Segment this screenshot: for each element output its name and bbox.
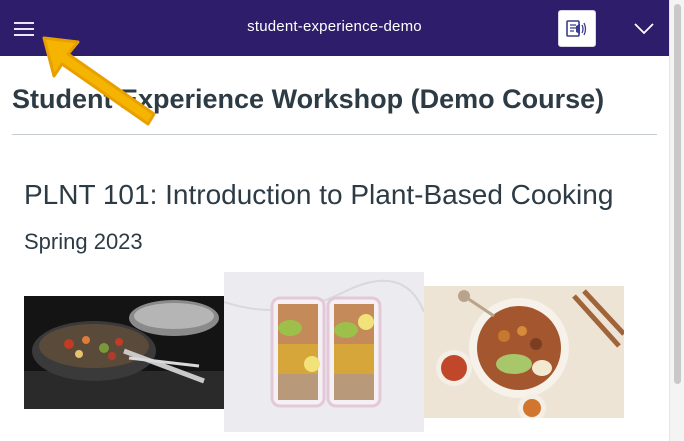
chevron-down-icon[interactable] [632, 18, 656, 38]
top-navigation-bar: student-experience-demo [0, 0, 669, 56]
plant-based-bowl-photo [424, 286, 624, 418]
page-title: Student Experience Workshop (Demo Course… [12, 84, 605, 114]
wok-stir-fry-photo [24, 296, 224, 409]
course-name-heading: PLNT 101: Introduction to Plant-Based Co… [24, 179, 614, 210]
course-term: Spring 2023 [24, 229, 143, 254]
scrollbar-thumb[interactable] [674, 4, 681, 384]
meal-prep-containers-photo [224, 272, 424, 432]
vertical-scrollbar[interactable] [669, 0, 684, 441]
heading-divider [12, 134, 657, 135]
immersive-reader-button[interactable] [558, 10, 596, 47]
immersive-reader-icon [566, 19, 587, 37]
